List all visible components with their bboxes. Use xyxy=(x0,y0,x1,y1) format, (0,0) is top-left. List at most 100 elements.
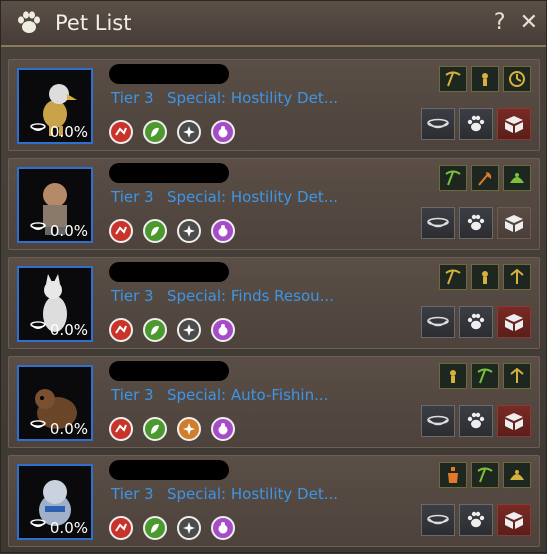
pet-info-button[interactable] xyxy=(459,405,493,437)
skill-purple-icon[interactable] xyxy=(211,516,235,540)
hunger-indicator: 0.0% xyxy=(30,123,88,141)
skill-red-icon[interactable] xyxy=(109,120,133,144)
skill-green-icon[interactable] xyxy=(143,120,167,144)
skill-gray-icon[interactable] xyxy=(177,318,201,342)
help-button[interactable]: ? xyxy=(494,12,506,34)
feed-button[interactable] xyxy=(421,306,455,338)
skill-red-icon[interactable] xyxy=(109,219,133,243)
pet-info-button[interactable] xyxy=(459,504,493,536)
pet-special: Special: Hostility Det... xyxy=(167,188,339,206)
pet-skills xyxy=(109,516,245,540)
pet-portrait[interactable]: 0.0% xyxy=(17,167,93,243)
skill-green-icon[interactable] xyxy=(143,318,167,342)
skill-gray-icon[interactable] xyxy=(177,120,201,144)
pet-traits xyxy=(435,66,531,92)
green-pickaxe-icon[interactable] xyxy=(471,462,499,488)
title-bar[interactable]: Pet List ? ✕ xyxy=(1,1,546,47)
pet-skills xyxy=(109,417,245,441)
feed-button[interactable] xyxy=(421,405,455,437)
gold-pick-icon[interactable] xyxy=(503,264,531,290)
pet-list: 0.0% Tier 3 Special: Hostility Det... 0.… xyxy=(8,59,540,554)
feed-button[interactable] xyxy=(421,108,455,140)
pet-special: Special: Finds Resou... xyxy=(167,287,334,305)
gold-woodcut-icon[interactable] xyxy=(471,66,499,92)
hunger-indicator: 0.0% xyxy=(30,420,88,438)
pet-special: Special: Hostility Det... xyxy=(167,485,339,503)
gold-pickaxe-icon[interactable] xyxy=(439,264,467,290)
window-title: Pet List xyxy=(55,11,132,35)
pet-tier: Tier 3 xyxy=(111,485,154,503)
gold-gather-icon[interactable] xyxy=(503,462,531,488)
pet-tier: Tier 3 xyxy=(111,89,154,107)
pet-tier: Tier 3 xyxy=(111,386,154,404)
pet-portrait[interactable]: 0.0% xyxy=(17,464,93,540)
pet-portrait[interactable]: 0.0% xyxy=(17,365,93,441)
pet-info-button[interactable] xyxy=(459,306,493,338)
skill-purple-icon[interactable] xyxy=(211,219,235,243)
pet-row[interactable]: 0.0% Tier 3 Special: Auto-Fishin... xyxy=(8,356,540,448)
skill-green-icon[interactable] xyxy=(143,219,167,243)
pet-special: Special: Auto-Fishin... xyxy=(167,386,329,404)
bowl-icon xyxy=(30,222,46,236)
skill-green-icon[interactable] xyxy=(143,516,167,540)
release-button[interactable] xyxy=(497,207,531,239)
pet-name-redacted xyxy=(109,361,229,381)
gold-woodcut-icon[interactable] xyxy=(439,363,467,389)
skill-purple-icon[interactable] xyxy=(211,318,235,342)
gold-pick-icon[interactable] xyxy=(503,363,531,389)
pet-info-button[interactable] xyxy=(459,108,493,140)
pet-actions xyxy=(417,207,531,239)
hunger-value: 0.0% xyxy=(49,222,88,240)
skill-gray-icon[interactable] xyxy=(177,516,201,540)
skill-red-icon[interactable] xyxy=(109,318,133,342)
orange-axe-icon[interactable] xyxy=(471,165,499,191)
paw-icon xyxy=(15,10,43,36)
close-button[interactable]: ✕ xyxy=(520,12,538,34)
pet-row[interactable]: 0.0% Tier 3 Special: Hostility Det... xyxy=(8,59,540,151)
feed-button[interactable] xyxy=(421,504,455,536)
skill-gray-icon[interactable] xyxy=(177,219,201,243)
pet-skills xyxy=(109,120,245,144)
gold-clock-icon[interactable] xyxy=(503,66,531,92)
release-button[interactable] xyxy=(497,108,531,140)
hunger-indicator: 0.0% xyxy=(30,519,88,537)
green-pickaxe-icon[interactable] xyxy=(439,165,467,191)
pet-skills xyxy=(109,318,245,342)
pet-actions xyxy=(417,504,531,536)
bowl-icon xyxy=(30,519,46,533)
green-gather-icon[interactable] xyxy=(503,165,531,191)
pet-traits xyxy=(435,363,531,389)
skill-red-icon[interactable] xyxy=(109,516,133,540)
feed-button[interactable] xyxy=(421,207,455,239)
skill-purple-icon[interactable] xyxy=(211,120,235,144)
pet-actions xyxy=(417,108,531,140)
pet-row[interactable]: 0.0% Tier 3 Special: Hostility Det... xyxy=(8,158,540,250)
skill-green-icon[interactable] xyxy=(143,417,167,441)
pet-row[interactable]: 0.0% Tier 3 Special: Finds Resou... xyxy=(8,257,540,349)
skill-orange-icon[interactable] xyxy=(177,417,201,441)
release-button[interactable] xyxy=(497,405,531,437)
skill-red-icon[interactable] xyxy=(109,417,133,441)
orange-bottle-icon[interactable] xyxy=(439,462,467,488)
pet-portrait[interactable]: 0.0% xyxy=(17,266,93,342)
pet-name-redacted xyxy=(109,460,229,480)
hunger-value: 0.0% xyxy=(49,321,88,339)
pet-list-window: Pet List ? ✕ 0.0% Tier 3 Special: Hostil… xyxy=(0,0,547,553)
pet-portrait[interactable]: 0.0% xyxy=(17,68,93,144)
pet-info-button[interactable] xyxy=(459,207,493,239)
pet-name-redacted xyxy=(109,262,229,282)
skill-purple-icon[interactable] xyxy=(211,417,235,441)
pet-traits xyxy=(435,264,531,290)
bowl-icon xyxy=(30,321,46,335)
gold-pickaxe-icon[interactable] xyxy=(439,66,467,92)
pet-traits xyxy=(435,462,531,488)
hunger-value: 0.0% xyxy=(49,519,88,537)
pet-traits xyxy=(435,165,531,191)
green-pickaxe-icon[interactable] xyxy=(471,363,499,389)
bowl-icon xyxy=(30,420,46,434)
release-button[interactable] xyxy=(497,306,531,338)
pet-tier: Tier 3 xyxy=(111,188,154,206)
release-button[interactable] xyxy=(497,504,531,536)
gold-woodcut-icon[interactable] xyxy=(471,264,499,290)
pet-row[interactable]: 0.0% Tier 3 Special: Hostility Det... xyxy=(8,455,540,547)
